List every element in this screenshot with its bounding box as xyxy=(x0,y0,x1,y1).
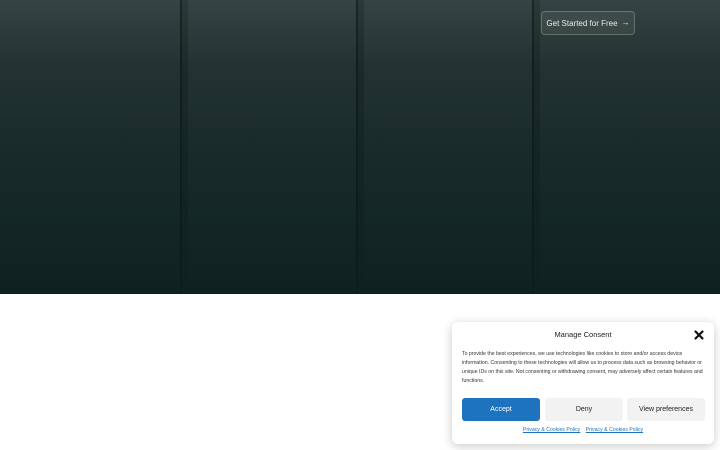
policy-links: Privacy & Cookies Policy Privacy & Cooki… xyxy=(452,427,714,433)
hero-panel xyxy=(188,0,356,294)
arrow-right-icon: → xyxy=(621,18,630,27)
consent-title: Manage Consent xyxy=(554,330,612,339)
accept-button[interactable]: Accept xyxy=(462,398,540,421)
hero-panel xyxy=(540,0,720,294)
get-started-button[interactable]: Get Started for Free → xyxy=(541,11,635,35)
hero-panel xyxy=(0,0,180,294)
close-icon[interactable] xyxy=(693,328,705,340)
consent-dialog: Manage Consent To provide the best exper… xyxy=(452,322,714,444)
get-started-label: Get Started for Free xyxy=(546,18,618,28)
cookies-policy-link[interactable]: Privacy & Cookies Policy xyxy=(586,427,643,433)
hero-section: Get Started for Free → xyxy=(0,0,720,294)
hero-divider xyxy=(356,0,358,294)
hero-divider xyxy=(532,0,534,294)
consent-description: To provide the best experiences, we use … xyxy=(462,351,703,384)
hero-panel xyxy=(364,0,532,294)
hero-divider xyxy=(180,0,182,294)
page: Get Started for Free → Manage Consent To… xyxy=(0,0,720,450)
privacy-policy-link[interactable]: Privacy & Cookies Policy xyxy=(523,427,580,433)
view-preferences-button[interactable]: View preferences xyxy=(627,398,705,421)
deny-button[interactable]: Deny xyxy=(545,398,623,421)
